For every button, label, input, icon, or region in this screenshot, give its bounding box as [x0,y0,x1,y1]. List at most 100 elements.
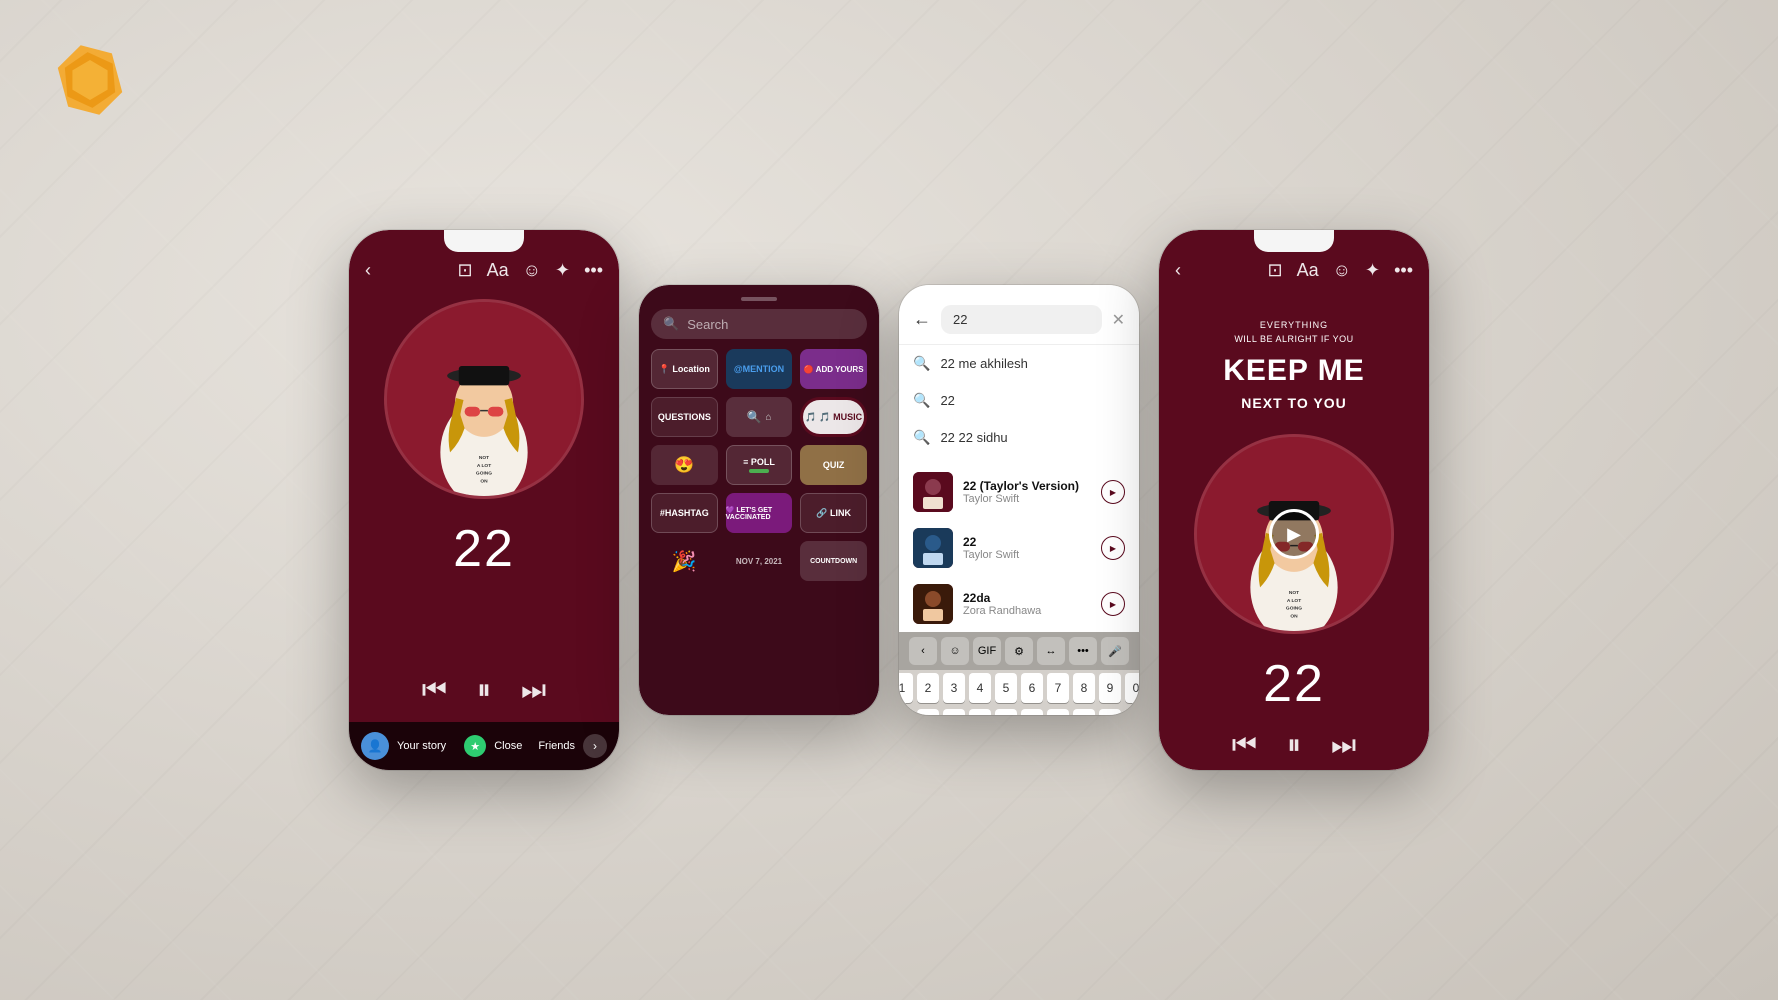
lyrics-container: EVERYTHING WILL BE ALRIGHT IF YOU KEEP M… [1159,289,1429,424]
suggestion-2[interactable]: 🔍 22 [899,382,1139,419]
phone-3-search: ← 22 ✕ 🔍 22 me akhilesh 🔍 22 🔍 22 22 sid… [899,285,1139,715]
key-p[interactable]: p [1125,709,1139,715]
key-r[interactable]: r [969,709,991,715]
sticker-hashtag[interactable]: #HASHTAG [651,493,718,533]
keyboard-mic-btn[interactable]: 🎤 [1101,637,1129,665]
search-suggestion-icon-3: 🔍 [913,429,930,446]
phone-1-notch [444,230,524,252]
sticker-date[interactable]: NOV 7, 2021 [726,541,793,581]
song-number-1: 22 [453,519,515,579]
rewind-button-4[interactable]: ⏮ [1232,729,1257,762]
clear-search-button[interactable]: ✕ [1112,310,1125,330]
keyboard-settings-btn[interactable]: ⚙ [1005,637,1033,665]
sticker-gif-search[interactable]: 🔍 ⌂ [726,397,793,437]
text-icon-4[interactable]: Aa [1297,260,1319,281]
sparkle-icon-4[interactable]: ✦ [1365,260,1380,281]
play-overlay[interactable]: ▶ [1197,437,1391,631]
sticker-quiz[interactable]: QUIZ [800,445,867,485]
sticker-link[interactable]: 🔗 LINK [800,493,867,533]
sticker-vaccinated[interactable]: 💜 LET'S GET VACCINATED [726,493,793,533]
key-1[interactable]: 1 [899,673,913,703]
next-arrow[interactable]: › [583,734,607,758]
logo-icon [50,40,130,120]
suggestion-text-2: 22 [940,393,954,408]
sticker-music[interactable]: 🎵 🎵 MUSIC [800,397,867,437]
forward-button[interactable]: ⏭ [521,674,546,707]
friends-label: Friends [538,740,575,752]
sticker-countdown[interactable]: COUNTDOWN [800,541,867,581]
phone-4-screen: ‹ ⊡ Aa ☺ ✦ ••• EVERYTHING WILL BE ALRIGH… [1159,230,1429,770]
result-1[interactable]: 22 (Taylor's Version) Taylor Swift ▶ [899,464,1139,520]
sticker-icon-4[interactable]: ☺ [1333,260,1351,281]
sparkle-icon[interactable]: ✦ [555,260,570,281]
key-o[interactable]: o [1099,709,1121,715]
artist-circle-4: NOT A LOT GOING ON [1194,434,1394,634]
close-friends-star[interactable]: ★ [464,735,486,757]
play-result-2-button[interactable]: ▶ [1101,536,1125,560]
camera-icon-4[interactable]: ⊡ [1267,260,1282,281]
sticker-search-bar[interactable]: 🔍 Search [651,309,867,339]
sticker-questions[interactable]: QUESTIONS [651,397,718,437]
rewind-button[interactable]: ⏮ [422,674,447,707]
back-icon-4[interactable]: ‹ [1175,260,1181,281]
phone-1-bottom-bar: 👤 Your story ★ Close Friends › [349,722,619,770]
camera-icon[interactable]: ⊡ [457,260,472,281]
sticker-emoji-pack[interactable]: 🎉 [651,541,718,581]
song-number-4: 22 [1263,654,1325,714]
key-t[interactable]: t [995,709,1017,715]
play-result-1-button[interactable]: ▶ [1101,480,1125,504]
key-3[interactable]: 3 [943,673,965,703]
back-icon[interactable]: ‹ [365,260,371,281]
back-icon[interactable]: ← [913,309,931,330]
key-i[interactable]: i [1073,709,1095,715]
phone-4-lyrics: ‹ ⊡ Aa ☺ ✦ ••• EVERYTHING WILL BE ALRIGH… [1159,230,1429,770]
pause-button[interactable]: ⏸ [477,674,491,707]
text-icon[interactable]: Aa [487,260,509,281]
key-q[interactable]: q [899,709,913,715]
play-result-3-button[interactable]: ▶ [1101,592,1125,616]
gif-search-wrapper: 🔍 ⌂ [746,410,771,424]
pause-button-4[interactable]: ⏸ [1287,729,1301,762]
keyboard-emoji-btn[interactable]: ☺ [941,637,969,665]
result-2-title: 22 [963,535,1091,549]
phone-3-screen: ← 22 ✕ 🔍 22 me akhilesh 🔍 22 🔍 22 22 sid… [899,285,1139,715]
key-u[interactable]: u [1047,709,1069,715]
keyboard-translate-btn[interactable]: ↔ [1037,637,1065,665]
key-2[interactable]: 2 [917,673,939,703]
key-6[interactable]: 6 [1021,673,1043,703]
search-suggestion-icon-2: 🔍 [913,392,930,409]
key-y[interactable]: y [1021,709,1043,715]
suggestion-3[interactable]: 🔍 22 22 sidhu [899,419,1139,456]
sticker-icon[interactable]: ☺ [523,260,541,281]
phone-2-stickers: 🔍 Search 📍 Location @MENTION 🔴 ADD YOURS… [639,285,879,715]
sticker-mention[interactable]: @MENTION [726,349,793,389]
more-icon-4[interactable]: ••• [1394,260,1413,281]
result-3-artist: Zora Randhawa [963,605,1091,617]
key-7[interactable]: 7 [1047,673,1069,703]
keyboard-more-btn[interactable]: ••• [1069,637,1097,665]
close-label: Close [494,740,522,752]
key-e[interactable]: e [943,709,965,715]
poll-bar [749,469,768,473]
sticker-poll[interactable]: ≡ POLL [726,445,793,485]
suggestion-1[interactable]: 🔍 22 me akhilesh [899,345,1139,382]
svg-text:A LOT: A LOT [477,463,491,469]
result-2[interactable]: 22 Taylor Swift ▶ [899,520,1139,576]
key-0[interactable]: 0 [1125,673,1139,703]
search-input[interactable]: 22 [941,305,1102,334]
sticker-add-yours[interactable]: 🔴 ADD YOURS [800,349,867,389]
result-3[interactable]: 22da Zora Randhawa ▶ [899,576,1139,632]
key-9[interactable]: 9 [1099,673,1121,703]
sticker-emoji-slider[interactable]: 😍 [651,445,718,485]
key-4[interactable]: 4 [969,673,991,703]
result-3-info: 22da Zora Randhawa [963,591,1091,617]
more-icon[interactable]: ••• [584,260,603,281]
keyboard-gif-btn[interactable]: GIF [973,637,1001,665]
sticker-location[interactable]: 📍 Location [651,349,718,389]
key-8[interactable]: 8 [1073,673,1095,703]
key-5[interactable]: 5 [995,673,1017,703]
key-w[interactable]: w [917,709,939,715]
keyboard-back-btn[interactable]: ‹ [909,637,937,665]
forward-button-4[interactable]: ⏭ [1331,729,1356,762]
play-overlay-circle[interactable]: ▶ [1269,509,1319,559]
